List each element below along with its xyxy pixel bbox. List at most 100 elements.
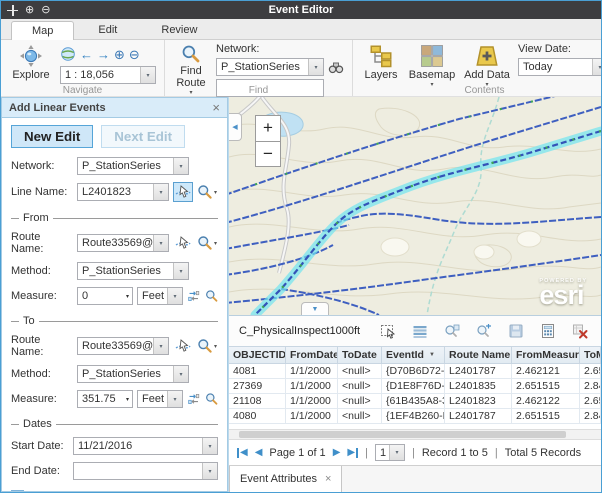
- next-page-button[interactable]: ▶: [333, 448, 341, 458]
- column-header-frommeasure[interactable]: FromMeasure: [512, 347, 580, 363]
- to-method-dropdown-icon[interactable]: ▾: [173, 366, 188, 382]
- page-select-combo[interactable]: 1 ▾: [375, 444, 405, 461]
- from-unit-combo[interactable]: Feet ▾: [137, 287, 183, 305]
- delete-selected-icon[interactable]: [572, 323, 588, 339]
- full-extent-globe-icon[interactable]: [60, 46, 76, 62]
- to-route-dropdown-icon[interactable]: ▾: [153, 338, 168, 354]
- previous-page-button[interactable]: ◀: [255, 448, 263, 458]
- from-measure-combo[interactable]: 0 ▾: [77, 287, 133, 305]
- binoculars-icon[interactable]: [328, 59, 344, 75]
- new-edit-button[interactable]: New Edit: [11, 125, 93, 148]
- save-edits-icon[interactable]: [508, 323, 524, 339]
- map-view[interactable]: + − ◀ ▼ POWERED BY esri: [229, 97, 601, 315]
- panel-close-icon[interactable]: ×: [212, 100, 220, 115]
- from-unit-dropdown-icon[interactable]: ▾: [167, 288, 182, 304]
- from-measure-zoom-icon[interactable]: [205, 288, 219, 304]
- select-line-on-map-button[interactable]: [173, 182, 193, 202]
- end-date-dropdown-icon[interactable]: ▾: [202, 463, 217, 479]
- from-measure-convert-icon[interactable]: [187, 288, 201, 304]
- tab-review[interactable]: Review: [141, 21, 217, 39]
- line-name-dropdown-icon[interactable]: ▾: [153, 184, 168, 200]
- from-method-combo[interactable]: P_StationSeries ▾: [77, 262, 189, 280]
- find-network-dropdown-icon[interactable]: ▾: [308, 59, 323, 75]
- map-scale-combo[interactable]: 1 : 18,056 ▾: [60, 66, 156, 84]
- table-cell: 2.8409: [580, 379, 601, 393]
- table-row[interactable]: 273691/1/2000<null>{D1E8F76D-FL24018352.…: [229, 379, 601, 394]
- pan-to-selection-icon[interactable]: [476, 323, 492, 339]
- zoom-in-icon[interactable]: ⊕: [114, 48, 125, 61]
- next-extent-icon[interactable]: →: [97, 48, 110, 61]
- tab-edit[interactable]: Edit: [78, 21, 137, 39]
- field-calculator-icon[interactable]: [540, 323, 556, 339]
- table-row[interactable]: 40801/1/2000<null>{1EF4B260-F0L24017872.…: [229, 409, 601, 424]
- from-select-route-button[interactable]: [173, 233, 193, 253]
- to-route-zoom-button[interactable]: ▾: [197, 338, 217, 354]
- collapse-panel-left-button[interactable]: ◀: [229, 113, 242, 141]
- panel-network-dropdown-icon[interactable]: ▾: [173, 158, 188, 174]
- column-header-fromdate[interactable]: FromDate: [286, 347, 338, 363]
- from-route-zoom-button[interactable]: ▾: [197, 235, 217, 251]
- first-page-button[interactable]: ◀: [237, 448, 248, 458]
- to-select-route-button[interactable]: [173, 336, 193, 356]
- start-date-combo[interactable]: 11/21/2016 ▾: [73, 437, 218, 455]
- switch-to-list-icon[interactable]: [412, 323, 428, 339]
- to-measure-zoom-icon[interactable]: [205, 391, 219, 407]
- previous-extent-icon[interactable]: ←: [80, 48, 93, 61]
- end-date-combo[interactable]: ▾: [73, 462, 218, 480]
- table-cell: 4080: [229, 409, 286, 423]
- table-row[interactable]: 211081/1/2000<null>{61B435A8-3L24018232.…: [229, 394, 601, 409]
- line-zoom-button[interactable]: ▾: [197, 184, 217, 200]
- tab-event-attributes[interactable]: Event Attributes ×: [229, 466, 342, 492]
- retire-overlaps-checkbox[interactable]: ✓: [11, 490, 24, 492]
- tab-map[interactable]: Map: [11, 21, 74, 40]
- to-unit-dropdown-icon[interactable]: ▾: [167, 391, 182, 407]
- zoom-out-icon[interactable]: ⊖: [129, 48, 140, 61]
- view-date-combo[interactable]: Today ▾: [518, 58, 602, 76]
- layers-button[interactable]: Layers: [361, 43, 401, 81]
- column-header-objectid[interactable]: OBJECTID: [229, 347, 286, 363]
- table-row[interactable]: 40811/1/2000<null>{D70B6D72-3L24017872.4…: [229, 364, 601, 379]
- map-scale-value: 1 : 18,056: [61, 69, 140, 81]
- line-zoom-dropdown-icon[interactable]: ▾: [214, 190, 217, 196]
- explore-button[interactable]: Explore: [9, 43, 53, 81]
- retire-overlaps-option[interactable]: ✓ Retire overlaps: [11, 490, 218, 492]
- to-unit-combo[interactable]: Feet ▾: [137, 390, 183, 408]
- basemap-button[interactable]: Basemap ▾: [408, 43, 456, 88]
- from-route-zoom-dropdown-icon[interactable]: ▾: [214, 241, 217, 247]
- start-date-dropdown-icon[interactable]: ▾: [202, 438, 217, 454]
- map-scale-dropdown-icon[interactable]: ▾: [140, 67, 155, 83]
- from-route-name-combo[interactable]: Route33569@Cent ▾: [77, 234, 169, 252]
- add-data-button[interactable]: Add Data ▾: [463, 43, 511, 88]
- column-header-tomeasure[interactable]: ToMeasure: [580, 347, 601, 363]
- panel-network-combo[interactable]: P_StationSeries ▾: [77, 157, 189, 175]
- find-network-combo[interactable]: P_StationSeries ▾: [216, 58, 324, 76]
- map-zoom-in-button[interactable]: +: [255, 115, 281, 141]
- select-by-rectangle-icon[interactable]: [380, 323, 396, 339]
- table-horizontal-scrollbar[interactable]: [229, 429, 601, 440]
- to-route-name-combo[interactable]: Route33569@Cent ▾: [77, 337, 169, 355]
- retire-overlaps-label: Retire overlaps: [30, 491, 104, 493]
- to-method-combo[interactable]: P_StationSeries ▾: [77, 365, 189, 383]
- map-zoom-out-button[interactable]: −: [255, 141, 281, 167]
- from-route-dropdown-icon[interactable]: ▾: [153, 235, 168, 251]
- view-date-dropdown-icon[interactable]: ▾: [592, 59, 602, 75]
- last-page-button[interactable]: ▶: [347, 448, 358, 458]
- to-measure-convert-icon[interactable]: [187, 391, 201, 407]
- from-measure-dropdown-icon[interactable]: ▾: [123, 293, 132, 300]
- line-name-combo[interactable]: L2401823 ▾: [77, 183, 169, 201]
- from-method-dropdown-icon[interactable]: ▾: [173, 263, 188, 279]
- to-measure-dropdown-icon[interactable]: ▾: [123, 396, 132, 403]
- tab-close-icon[interactable]: ×: [325, 473, 331, 485]
- page-select-dropdown-icon[interactable]: ▾: [389, 445, 404, 460]
- table-cell: 2.462122: [512, 394, 580, 408]
- column-header-eventid[interactable]: EventId▼: [382, 347, 445, 363]
- scrollbar-thumb[interactable]: [239, 431, 566, 438]
- to-route-zoom-dropdown-icon[interactable]: ▾: [214, 344, 217, 350]
- column-header-routename[interactable]: Route Name: [445, 347, 512, 363]
- zoom-to-selection-icon[interactable]: [444, 323, 460, 339]
- table-cell: 27369: [229, 379, 286, 393]
- collapse-table-button[interactable]: ▼: [301, 302, 329, 315]
- to-measure-combo[interactable]: 351.75 ▾: [77, 390, 133, 408]
- column-header-todate[interactable]: ToDate: [338, 347, 382, 363]
- esri-logo: POWERED BY esri: [539, 278, 587, 307]
